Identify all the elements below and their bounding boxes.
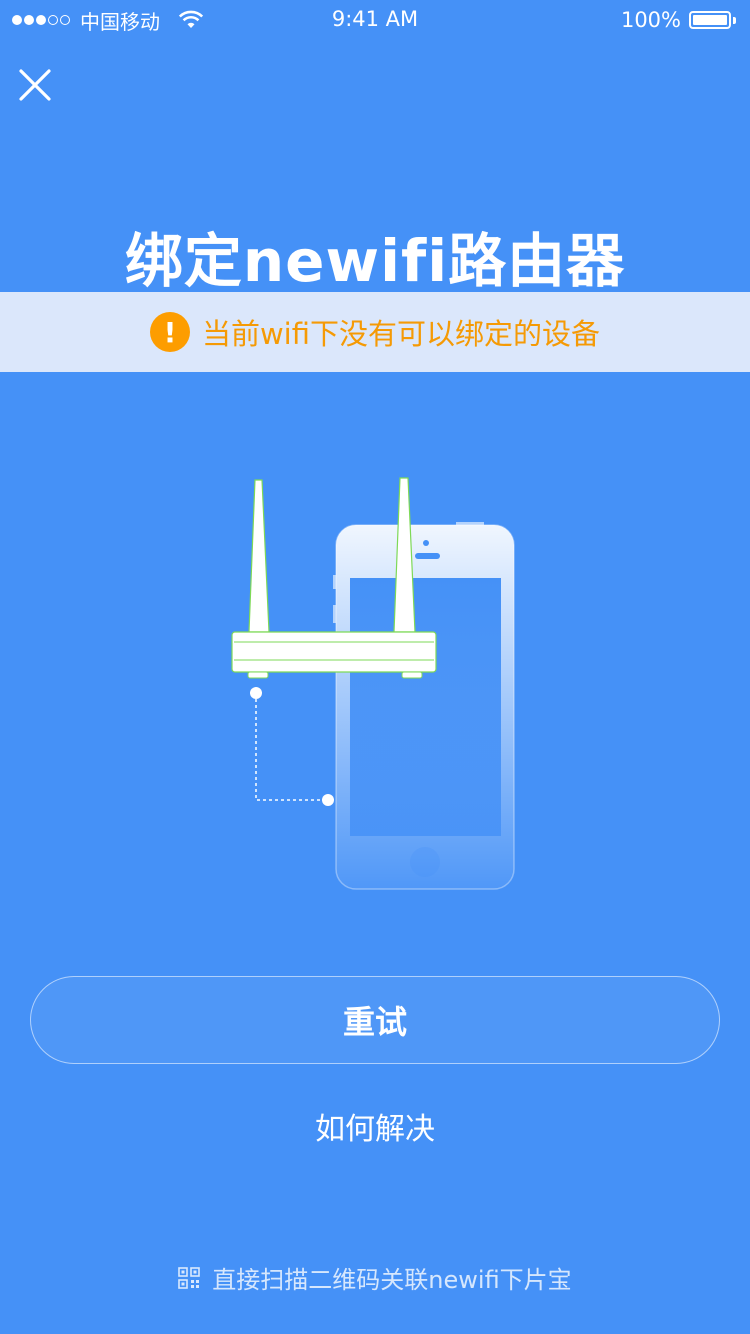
battery-fill: [693, 15, 727, 25]
phone-icon: [333, 522, 515, 890]
scan-qr-text: 直接扫描二维码关联newifi下片宝: [212, 1266, 572, 1294]
warning-banner: ! 当前wifi下没有可以绑定的设备: [0, 292, 750, 372]
page-title: 绑定newifi路由器: [124, 227, 626, 295]
status-right: 100%: [621, 7, 736, 33]
status-bar: 中国移动 9:41 AM 100%: [0, 0, 750, 40]
battery-icon: [689, 11, 731, 29]
battery-tip: [733, 16, 736, 24]
warning-text: 当前wifi下没有可以绑定的设备: [201, 317, 601, 351]
qr-code-icon: [178, 1266, 201, 1289]
scan-qr-link[interactable]: 直接扫描二维码关联newifi下片宝: [0, 1260, 750, 1295]
close-button[interactable]: [14, 64, 56, 106]
retry-button[interactable]: 重试: [30, 976, 720, 1064]
close-icon: [19, 69, 51, 101]
how-to-solve-link[interactable]: 如何解决: [0, 1104, 750, 1148]
battery-percentage: 100%: [620, 8, 681, 32]
exclamation-icon: !: [149, 312, 190, 352]
router-phone-illustration: [231, 477, 515, 890]
connector-line: [250, 687, 334, 806]
